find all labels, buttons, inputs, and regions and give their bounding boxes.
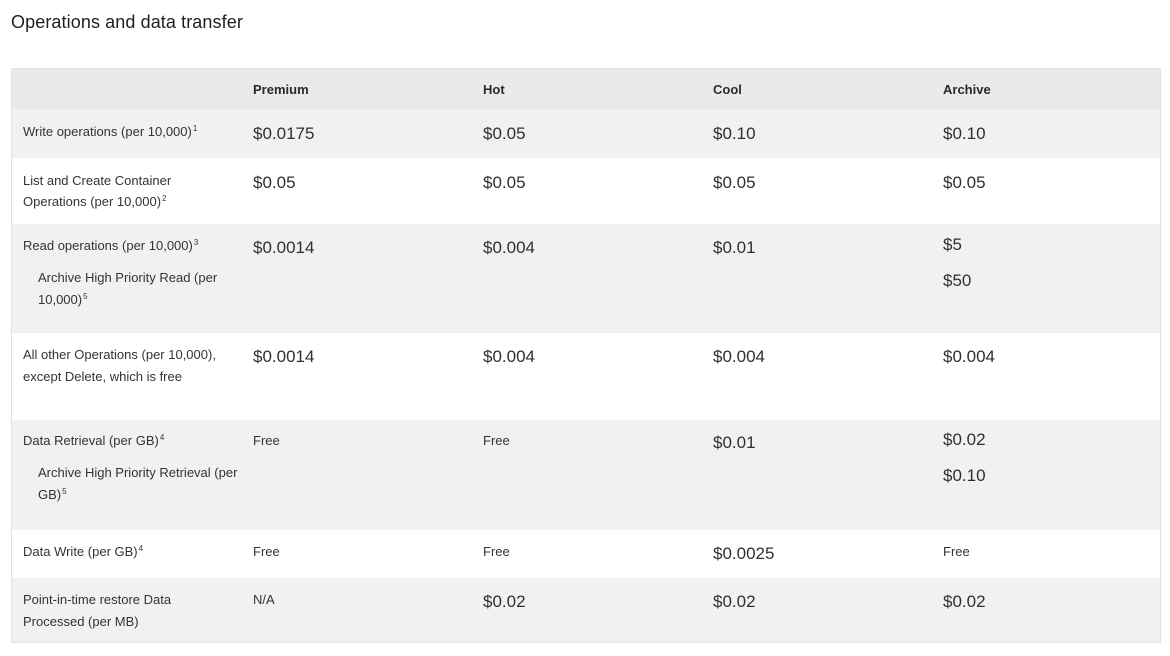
price-archive: $0.004 [943, 347, 995, 366]
price-cool: $0.0025 [713, 544, 775, 563]
table-row-write-operations: Write operations (per 10,000)1 $0.0175 $… [12, 109, 1160, 158]
row-label: Read operations (per 10,000)3 [23, 238, 199, 253]
table-header-row: Premium Hot Cool Archive [12, 69, 1160, 109]
column-header-cool: Cool [713, 82, 742, 97]
table-row-read-operations: Read operations (per 10,000)3 Archive Hi… [12, 224, 1160, 333]
table-row-data-write: Data Write (per GB)4 Free Free $0.0025 F… [12, 530, 1160, 578]
table-row-data-retrieval: Data Retrieval (per GB)4 Archive High Pr… [12, 420, 1160, 530]
price-hot: $0.05 [483, 173, 526, 192]
price-archive: $0.02 [943, 430, 986, 449]
price-premium: Free [253, 433, 280, 448]
row-label: Write operations (per 10,000)1 [23, 124, 198, 139]
column-header-hot: Hot [483, 82, 505, 97]
price-hot: Free [483, 433, 510, 448]
row-sub-label: Archive High Priority Retrieval (per GB)… [38, 465, 238, 502]
row-label: All other Operations (per 10,000), excep… [23, 347, 216, 384]
price-cool: $0.004 [713, 347, 765, 366]
price-archive: Free [943, 544, 970, 559]
row-label: List and Create Container Operations (pe… [23, 173, 172, 209]
price-cool: $0.05 [713, 173, 756, 192]
price-hot: $0.004 [483, 238, 535, 257]
price-archive: $0.05 [943, 173, 986, 192]
column-header-archive: Archive [943, 82, 991, 97]
table-row-point-in-time-restore: Point-in-time restore Data Processed (pe… [12, 578, 1160, 642]
price-archive: $0.10 [943, 124, 986, 143]
price-archive: $0.02 [943, 592, 986, 611]
price-premium: $0.05 [253, 173, 296, 192]
price-cool: $0.02 [713, 592, 756, 611]
price-hot: $0.02 [483, 592, 526, 611]
row-label: Data Write (per GB)4 [23, 544, 144, 559]
price-premium: $0.0014 [253, 347, 315, 366]
price-cool: $0.10 [713, 124, 756, 143]
price-cool: $0.01 [713, 238, 756, 257]
row-sub-label: Archive High Priority Read (per 10,000)5 [38, 270, 218, 307]
price-premium: Free [253, 544, 280, 559]
price-hot: $0.004 [483, 347, 535, 366]
price-hot: $0.05 [483, 124, 526, 143]
price-cool: $0.01 [713, 433, 756, 452]
price-hot: Free [483, 544, 510, 559]
row-label: Point-in-time restore Data Processed (pe… [23, 592, 172, 629]
pricing-page: Operations and data transfer Premium Hot… [0, 0, 1170, 656]
price-premium: N/A [253, 592, 275, 607]
operations-pricing-table: Premium Hot Cool Archive Write operation… [11, 68, 1161, 643]
price-archive: $5 [943, 235, 962, 254]
price-archive-high-priority: $0.10 [943, 466, 986, 485]
row-label: Data Retrieval (per GB)4 [23, 433, 165, 448]
price-premium: $0.0014 [253, 238, 315, 257]
table-row-all-other-operations: All other Operations (per 10,000), excep… [12, 333, 1160, 420]
table-row-list-create-container: List and Create Container Operations (pe… [12, 158, 1160, 224]
price-premium: $0.0175 [253, 124, 315, 143]
column-header-premium: Premium [253, 82, 309, 97]
price-archive-high-priority: $50 [943, 271, 972, 290]
section-title: Operations and data transfer [11, 12, 243, 32]
